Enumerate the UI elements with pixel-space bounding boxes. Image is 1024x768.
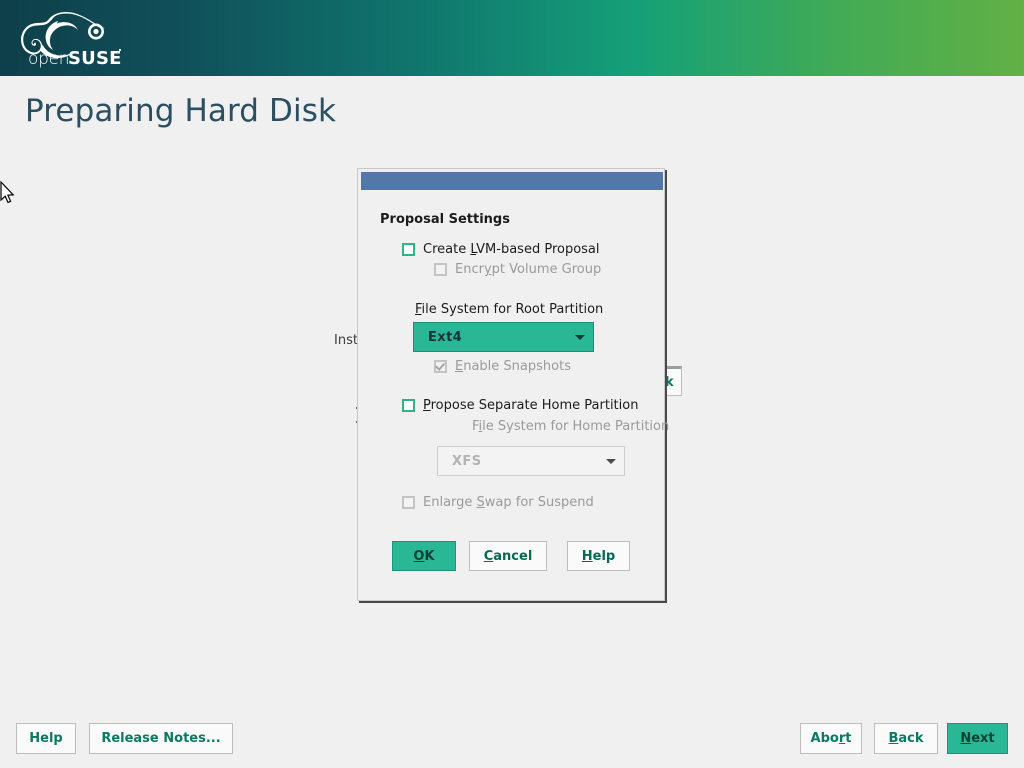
opensuse-logo: open SUSE <box>14 6 144 70</box>
proposal-settings-dialog: Proposal Settings Create LVM-based Propo… <box>357 168 669 601</box>
checkbox-enable-snapshots <box>434 360 447 373</box>
checkbox-label-propose-home-partition: Propose Separate Home Partition <box>423 398 639 413</box>
checkbox-row-propose-home-partition[interactable]: Propose Separate Home Partition <box>402 398 638 413</box>
release-notes-button[interactable]: Release Notes... <box>89 723 233 754</box>
header-banner: open SUSE <box>0 0 1024 76</box>
help-button[interactable]: Help <box>16 723 76 754</box>
page-title: Preparing Hard Disk <box>25 93 337 129</box>
dialog-heading: Proposal Settings <box>380 212 510 227</box>
checkbox-label-enable-snapshots: Enable Snapshots <box>455 359 571 374</box>
chevron-down-icon <box>606 458 616 464</box>
dialog-titlebar[interactable] <box>361 172 663 190</box>
checkbox-label-create-lvm: Create LVM-based Proposal <box>423 242 600 257</box>
checkbox-create-lvm[interactable] <box>402 243 415 256</box>
dialog-body: Proposal Settings Create LVM-based Propo… <box>358 190 669 600</box>
checkbox-propose-home-partition[interactable] <box>402 399 415 412</box>
mouse-cursor-arrow-icon <box>0 180 16 207</box>
combo-root-filesystem[interactable]: Ext4 <box>413 322 594 352</box>
checkbox-encrypt-volume-group <box>434 263 447 276</box>
checkbox-label-encrypt-volume-group: Encrypt Volume Group <box>455 262 602 277</box>
background-text-fragment: Inst <box>334 333 358 348</box>
next-button[interactable]: Next <box>947 723 1008 754</box>
svg-text:SUSE: SUSE <box>68 48 122 69</box>
abort-button[interactable]: Abort <box>800 723 862 754</box>
cancel-button[interactable]: Cancel <box>469 541 547 571</box>
checkbox-enlarge-swap <box>402 496 415 509</box>
checkbox-row-enable-snapshots: Enable Snapshots <box>434 359 571 374</box>
combo-root-filesystem-value: Ext4 <box>428 329 463 345</box>
background-ok-button[interactable]: k <box>662 366 682 396</box>
label-root-filesystem: File System for Root Partition <box>415 302 604 317</box>
checkbox-row-create-lvm[interactable]: Create LVM-based Proposal <box>402 242 600 257</box>
dialog-help-button[interactable]: Help <box>567 541 630 571</box>
checkbox-label-enlarge-swap: Enlarge Swap for Suspend <box>423 495 594 510</box>
combo-home-filesystem-value: XFS <box>452 453 482 469</box>
label-home-filesystem: File System for Home Partition <box>472 419 670 434</box>
checkbox-row-enlarge-swap: Enlarge Swap for Suspend <box>402 495 594 510</box>
back-button[interactable]: Back <box>874 723 938 754</box>
combo-home-filesystem: XFS <box>437 446 625 476</box>
chevron-down-icon <box>575 334 585 340</box>
checkbox-row-encrypt-volume-group: Encrypt Volume Group <box>434 262 601 277</box>
svg-text:open: open <box>28 49 69 69</box>
ok-button[interactable]: OK <box>392 541 456 571</box>
